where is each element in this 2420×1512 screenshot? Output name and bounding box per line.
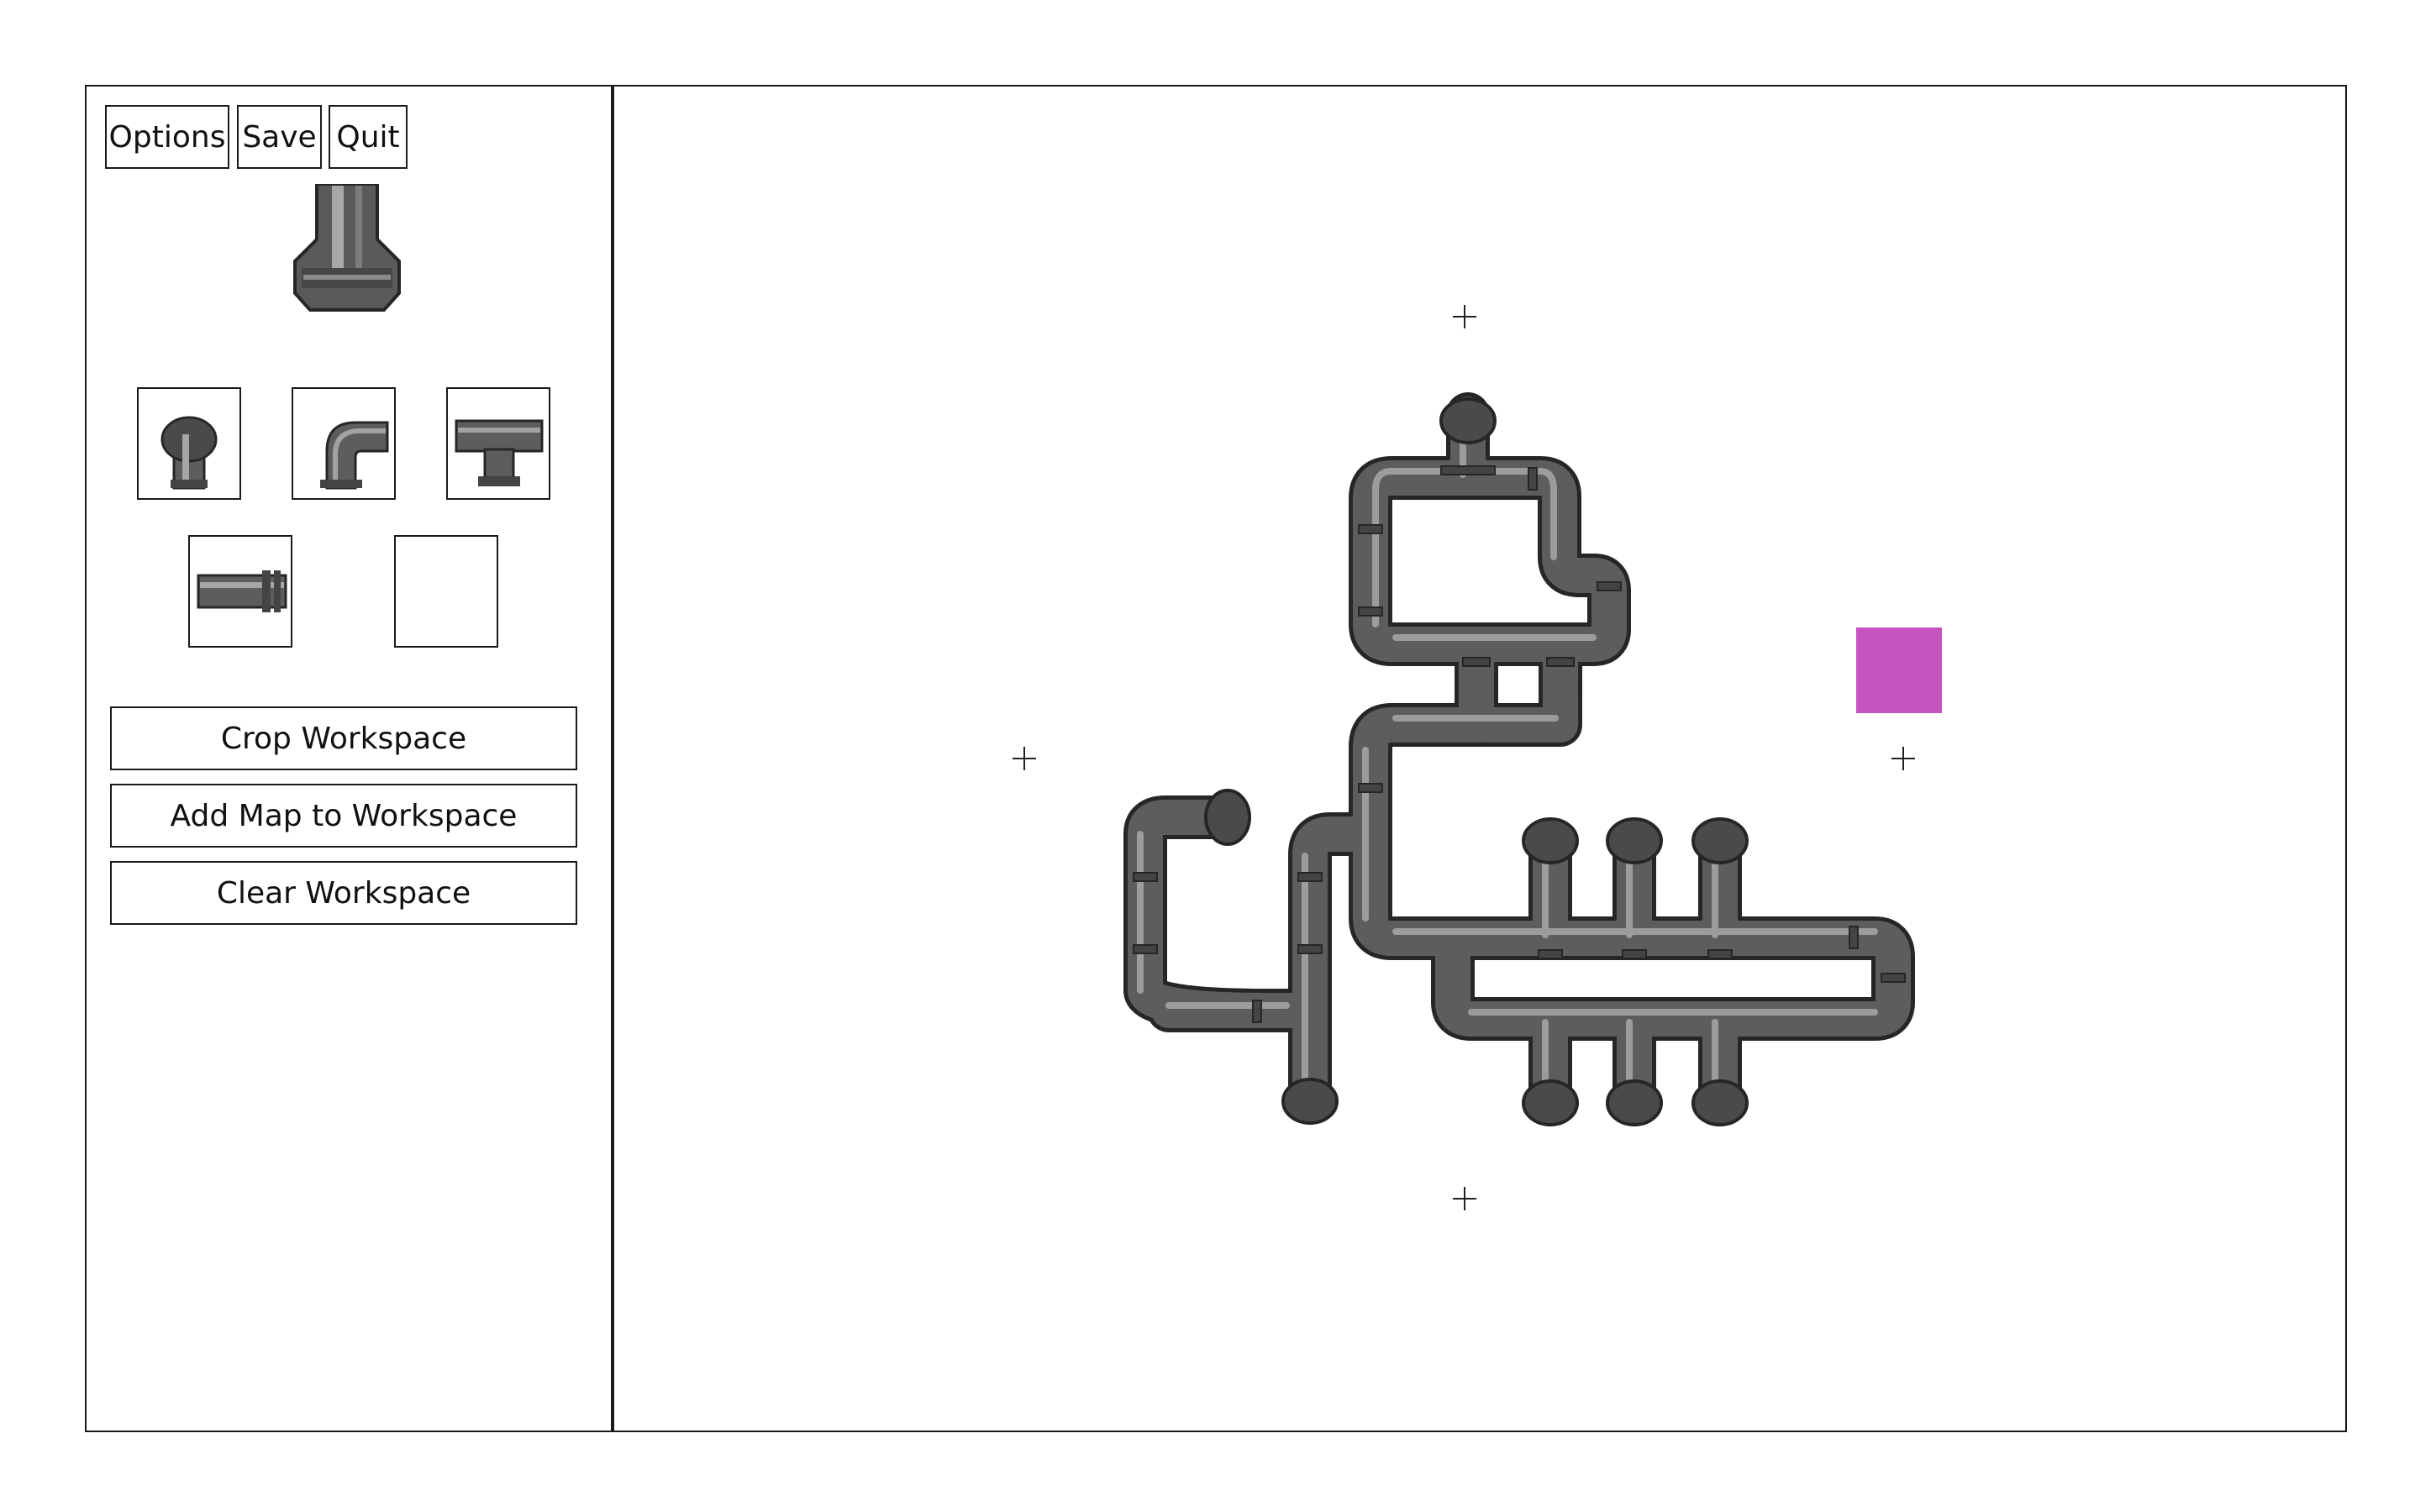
sidebar: Options Save Quit Crop Workspace Add Map… [87,87,614,1431]
pipe-straight-icon [197,570,287,612]
pipe-elbow-icon [320,421,389,490]
pipe-cap-tile[interactable] [137,387,241,500]
clear-workspace-button[interactable]: Clear Workspace [110,861,577,925]
pipe-elbow-tile[interactable] [292,387,396,500]
app-window: Options Save Quit Crop Workspace Add Map… [85,85,2347,1432]
empty-tile[interactable] [394,535,498,648]
save-button[interactable]: Save [237,105,322,169]
pipe-cap-icon [160,416,218,490]
pipe-end-cap-icon [293,184,401,312]
add-map-to-workspace-button[interactable]: Add Map to Workspace [110,784,577,848]
workspace-canvas[interactable] [614,87,2345,1431]
pipe-straight-tile[interactable] [188,535,292,648]
options-button[interactable]: Options [105,105,229,169]
pipe-network [1123,392,1915,1126]
pipe-tee-icon [455,419,544,486]
crop-workspace-button[interactable]: Crop Workspace [110,706,577,770]
pipe-tee-tile[interactable] [446,387,550,500]
quit-button[interactable]: Quit [329,105,408,169]
